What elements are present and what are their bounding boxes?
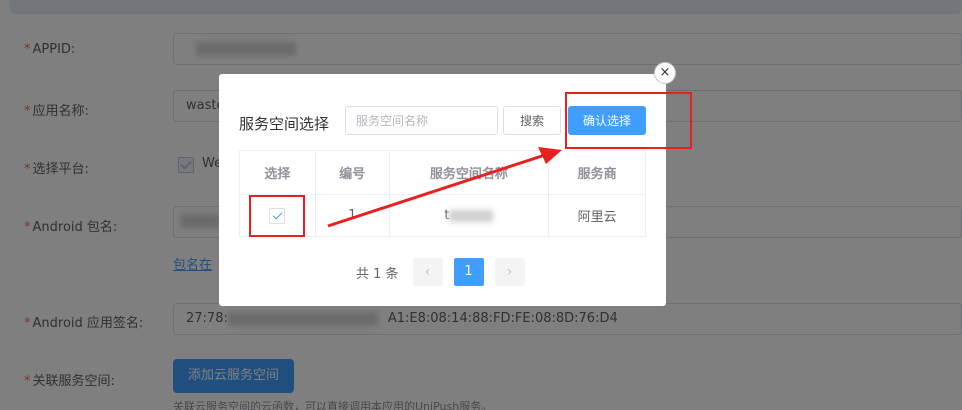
- dialog-title: 服务空间选择: [239, 115, 330, 133]
- pagination: 共 1 条 ‹ 1 ›: [356, 257, 536, 287]
- close-icon[interactable]: ×: [654, 62, 676, 84]
- space-number: 1: [314, 194, 390, 237]
- header-select: 选择: [239, 150, 316, 195]
- search-button[interactable]: 搜索: [503, 106, 561, 135]
- chevron-left-icon[interactable]: ‹: [412, 258, 443, 286]
- space-provider: 阿里云: [548, 194, 646, 237]
- header-space-name: 服务空间名称: [388, 150, 550, 195]
- header-provider: 服务商: [548, 150, 646, 195]
- page-number-button[interactable]: 1: [453, 258, 484, 286]
- table-header-row: 选择 编号 服务空间名称 服务商: [239, 150, 646, 195]
- chevron-right-icon[interactable]: ›: [494, 258, 525, 286]
- annotation-box-confirm: [565, 92, 692, 149]
- pagination-total: 共 1 条: [356, 266, 399, 282]
- space-name-search-input[interactable]: [345, 106, 498, 135]
- redacted-space-name: [449, 209, 494, 222]
- space-name-cell: t: [388, 194, 550, 237]
- annotation-box-checkbox: [249, 195, 305, 237]
- header-number: 编号: [314, 150, 390, 195]
